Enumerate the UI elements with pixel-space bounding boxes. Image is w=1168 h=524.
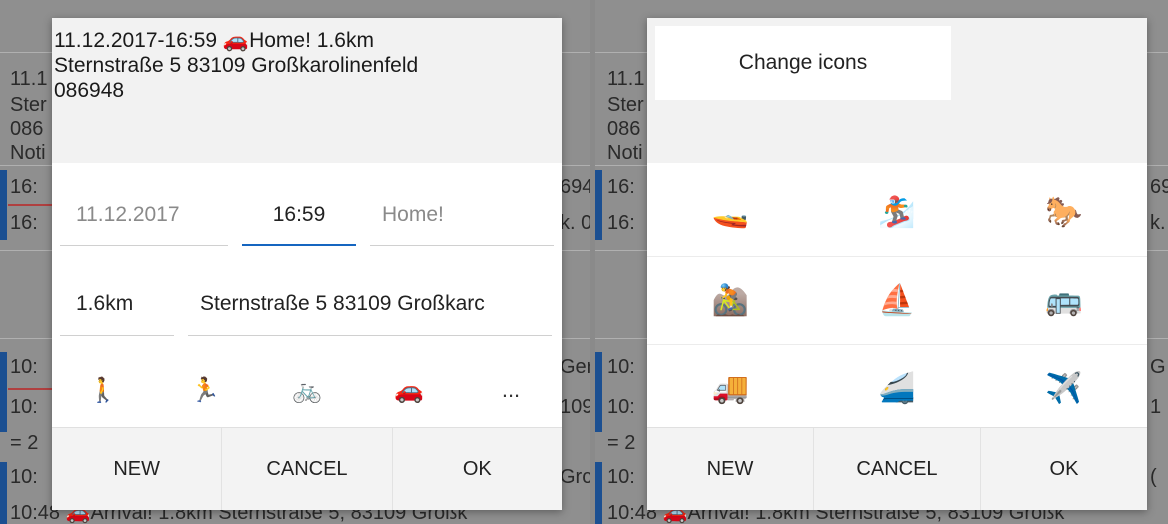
background-row-text: 086	[607, 118, 641, 140]
background-row-text: 16:	[10, 176, 38, 198]
background-row-text: (	[1150, 466, 1157, 488]
dialog-header: 11.12.2017-16:59 🚗Home! 1.6km Sternstraß…	[52, 18, 562, 163]
distance-value: 1.6km	[76, 292, 134, 315]
change-icons-button[interactable]: Change icons	[655, 26, 951, 100]
background-row-text: 10:	[10, 466, 38, 488]
distance-field[interactable]: 1.6km	[60, 274, 174, 336]
background-row-text: 69	[1150, 176, 1168, 198]
airplane-icon[interactable]: ✈️	[980, 371, 1147, 406]
dialog-header: Change icons	[647, 18, 1147, 163]
background-row-text: 1	[1150, 396, 1162, 418]
icon-grid-row: 🚤 🏂 🐎	[647, 168, 1147, 257]
cancel-button[interactable]: CANCEL	[814, 428, 981, 510]
entry-title: 11.12.2017-16:59 🚗Home! 1.6km Sternstraß…	[54, 29, 419, 102]
background-row-text: 10:	[10, 396, 38, 418]
new-button[interactable]: NEW	[647, 428, 814, 510]
background-row-text: 16:	[607, 212, 635, 234]
date-field[interactable]: 11.12.2017	[60, 188, 228, 246]
background-row-text: Ster	[607, 94, 644, 116]
truck-icon[interactable]: 🚚	[647, 371, 814, 406]
ok-button[interactable]: OK	[981, 428, 1147, 510]
change-icons-dialog: Change icons 🚤 🏂 🐎 🚵 ⛵ 🚌 🚚 🚄 ✈️ NEW CANC…	[647, 18, 1147, 510]
background-row-text: G	[1150, 356, 1166, 378]
bus-icon[interactable]: 🚌	[980, 283, 1147, 318]
background-row-text: Grc	[560, 466, 590, 488]
background-row-text: 10:	[607, 356, 635, 378]
background-row-text: Ster	[10, 94, 47, 116]
new-button[interactable]: NEW	[52, 428, 223, 510]
background-row-text: k. 08	[560, 212, 590, 234]
background-row-text: = 2	[10, 432, 39, 454]
background-row-text: Gerr	[560, 356, 590, 378]
background-row-text: 6947	[560, 176, 590, 198]
background-row-text: 11.1	[607, 68, 645, 90]
address-field[interactable]: Sternstraße 5 83109 Großkarc	[188, 274, 552, 336]
background-row-text: = 2	[607, 432, 636, 454]
train-icon[interactable]: 🚄	[814, 371, 981, 406]
snowboarder-icon[interactable]: 🏂	[814, 195, 981, 230]
time-value: 16:59	[272, 203, 326, 226]
bicycle-icon[interactable]: 🚲	[256, 376, 358, 405]
background-row-text: 11.1	[10, 68, 48, 90]
background-row-text: 16:	[607, 176, 635, 198]
address-value: Sternstraße 5 83109 Großkarc	[200, 292, 485, 315]
dialog-button-bar: NEW CANCEL OK	[52, 427, 562, 510]
walk-icon[interactable]: 🚶	[52, 376, 154, 405]
car-icon[interactable]: 🚗	[358, 376, 460, 405]
label-value: Home!	[382, 203, 444, 226]
background-row-text: 086	[10, 118, 44, 140]
background-row-text: 16:	[10, 212, 38, 234]
edit-entry-dialog: 11.12.2017-16:59 🚗Home! 1.6km Sternstraß…	[52, 18, 562, 510]
time-field[interactable]: 16:59	[242, 188, 356, 246]
ok-button[interactable]: OK	[393, 428, 562, 510]
run-icon[interactable]: 🏃	[154, 376, 256, 405]
dialog-button-bar: NEW CANCEL OK	[647, 427, 1147, 510]
label-field[interactable]: Home!	[370, 188, 554, 246]
background-row-text: 109	[560, 396, 590, 418]
sailboat-icon[interactable]: ⛵	[814, 283, 981, 318]
background-row-text: Noti	[607, 142, 643, 164]
background-row-text: 10:	[10, 356, 38, 378]
more-icons-button[interactable]: ...	[460, 377, 562, 403]
background-row-text: k.	[1150, 212, 1166, 234]
background-row-text: 10:	[607, 396, 635, 418]
icon-grid-row: 🚚 🚄 ✈️	[647, 344, 1147, 432]
mountain-bike-icon[interactable]: 🚵	[647, 283, 814, 318]
transport-icon-row: 🚶 🏃 🚲 🚗 ...	[52, 354, 562, 426]
background-row-text: 10:	[607, 466, 635, 488]
icon-grid-row: 🚵 ⛵ 🚌	[647, 256, 1147, 345]
background-row-text: Noti	[10, 142, 46, 164]
horse-icon[interactable]: 🐎	[980, 195, 1147, 230]
date-value: 11.12.2017	[76, 203, 180, 226]
speedboat-icon[interactable]: 🚤	[647, 195, 814, 230]
cancel-button[interactable]: CANCEL	[222, 428, 393, 510]
